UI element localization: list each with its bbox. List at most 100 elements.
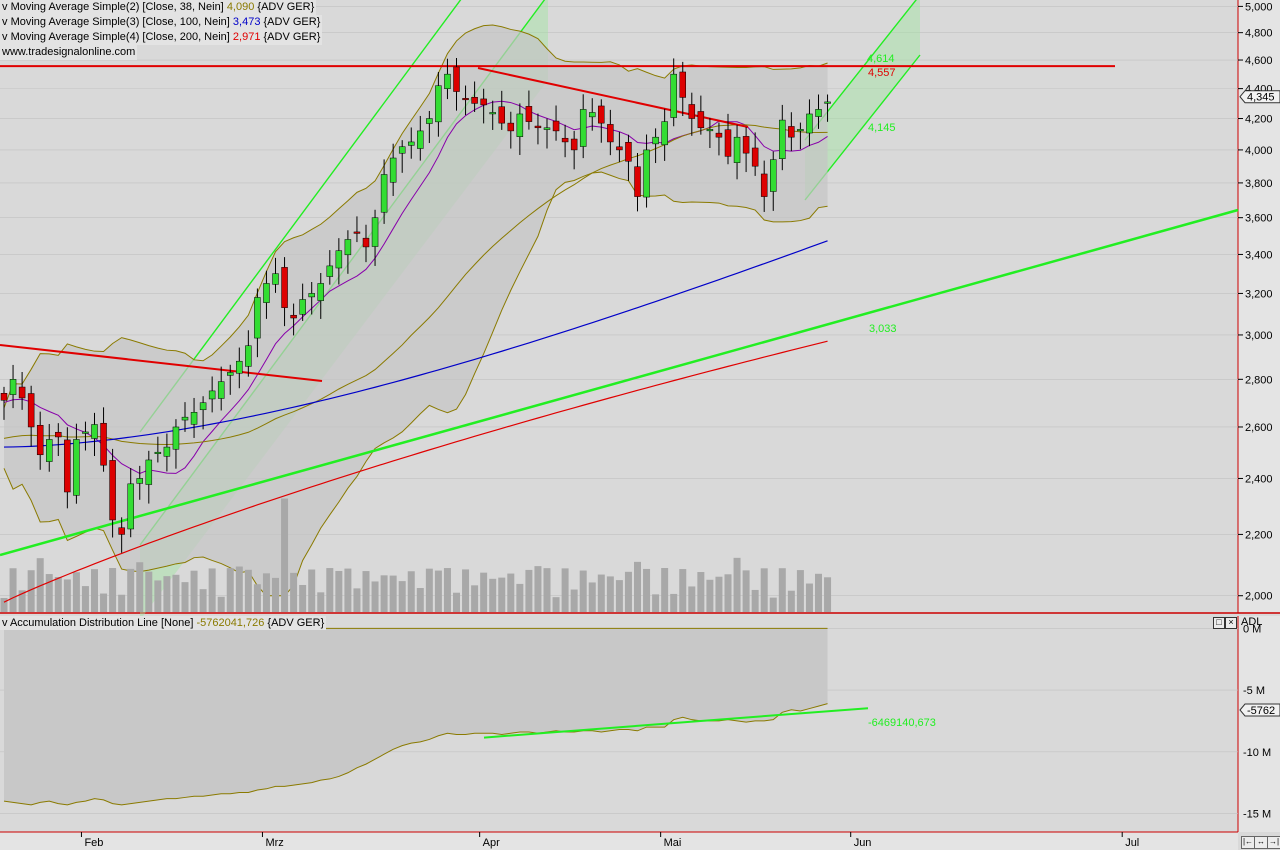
volume-bar bbox=[253, 584, 261, 612]
volume-bar bbox=[715, 576, 723, 612]
candle-body bbox=[706, 129, 714, 132]
candle-body bbox=[36, 425, 44, 456]
candle-body bbox=[733, 136, 741, 163]
volume-bar bbox=[760, 568, 768, 612]
close-icon[interactable]: × bbox=[1225, 617, 1237, 629]
legend-entry-ma100[interactable]: v Moving Average Simple(3) [Close, 100, … bbox=[0, 15, 323, 30]
candle-body bbox=[788, 126, 795, 138]
adl-axis-panel bbox=[1238, 616, 1280, 832]
volume-bar bbox=[299, 584, 307, 612]
candle-body bbox=[598, 105, 605, 124]
volume-bar bbox=[416, 588, 424, 612]
candle-body bbox=[64, 439, 71, 493]
candle-body bbox=[543, 127, 551, 130]
time-tick-label: Feb bbox=[84, 837, 103, 849]
legend-entry-ma200[interactable]: v Moving Average Simple(4) [Close, 200, … bbox=[0, 30, 323, 45]
candle-body bbox=[245, 345, 252, 367]
chart-canvas: 5,0004,8004,6004,4004,2004,0003,8003,600… bbox=[0, 0, 1280, 850]
label-support: 3,033 bbox=[869, 323, 897, 335]
candle-body bbox=[371, 217, 379, 247]
volume-bar bbox=[787, 590, 795, 612]
time-tick-label: Apr bbox=[483, 837, 500, 849]
candle-body bbox=[398, 146, 406, 154]
adl-tick-label: -10 M bbox=[1243, 747, 1271, 759]
candle-body bbox=[552, 120, 560, 132]
volume-bar bbox=[489, 578, 497, 612]
legend-prefix: v bbox=[2, 31, 11, 43]
label-adl-trend: -6469140,673 bbox=[868, 717, 936, 729]
volume-bar bbox=[643, 568, 651, 612]
volume-bar bbox=[742, 570, 750, 612]
volume-bar bbox=[543, 568, 551, 612]
candle-body bbox=[616, 146, 623, 151]
price-tick-label: 3,800 bbox=[1245, 178, 1273, 190]
scroll-left-icon[interactable]: |← bbox=[1241, 836, 1255, 849]
candle-body bbox=[607, 124, 614, 143]
volume-bar bbox=[561, 568, 569, 612]
price-tick-label: 2,600 bbox=[1245, 422, 1273, 434]
volume-bar bbox=[335, 570, 343, 612]
candle-body bbox=[561, 137, 569, 143]
candle-body bbox=[281, 267, 288, 308]
candle-body bbox=[0, 392, 8, 401]
candle-body bbox=[344, 239, 352, 256]
candle-body bbox=[697, 111, 705, 129]
legend-suffix: {ADV GER} bbox=[260, 16, 321, 28]
legend-text: Moving Average Simple(2) [Close, 38, Nei… bbox=[10, 1, 227, 13]
current-adl-label: -5762 bbox=[1247, 705, 1275, 717]
price-tick-label: 4,000 bbox=[1245, 145, 1273, 157]
volume-bar bbox=[281, 498, 289, 612]
volume-bar bbox=[109, 568, 117, 612]
candle-body bbox=[742, 136, 750, 154]
volume-bar bbox=[380, 575, 388, 612]
volume-bar bbox=[81, 586, 89, 612]
volume-bar bbox=[670, 593, 678, 612]
volume-bar bbox=[579, 570, 587, 612]
candle-body bbox=[199, 402, 207, 411]
candle-body bbox=[625, 142, 632, 162]
volume-bar bbox=[471, 585, 479, 612]
legend-prefix: v bbox=[2, 1, 11, 13]
price-tick-label: 2,200 bbox=[1245, 529, 1273, 541]
volume-bar bbox=[570, 589, 578, 612]
legend-text: Moving Average Simple(4) [Close, 200, Ne… bbox=[10, 31, 233, 43]
candle-body bbox=[9, 379, 17, 395]
candle-body bbox=[326, 265, 334, 277]
candle-body bbox=[471, 97, 478, 104]
candle-body bbox=[770, 159, 777, 192]
volume-bar bbox=[290, 572, 298, 612]
indicator-legend: v Moving Average Simple(2) [Close, 38, N… bbox=[0, 0, 323, 60]
candle-body bbox=[643, 149, 650, 198]
legend-value: 3,473 bbox=[232, 16, 261, 28]
scroll-right-icon[interactable]: →| bbox=[1267, 836, 1280, 849]
legend-value: 4,090 bbox=[226, 1, 255, 13]
candle-body bbox=[308, 293, 315, 298]
scroll-both-icon[interactable]: ↔ bbox=[1254, 836, 1268, 849]
adl-tick-label: -15 M bbox=[1243, 808, 1271, 820]
maximize-icon[interactable]: □ bbox=[1213, 617, 1225, 629]
price-tick-label: 4,200 bbox=[1245, 114, 1273, 126]
volume-bar bbox=[824, 577, 832, 612]
legend-suffix: {ADV GER} bbox=[260, 31, 321, 43]
volume-bar bbox=[534, 566, 542, 612]
candle-body bbox=[652, 136, 659, 145]
legend-row: v Moving Average Simple(4) [Close, 200, … bbox=[0, 30, 323, 45]
volume-bar bbox=[91, 569, 98, 612]
volume-bar bbox=[652, 594, 660, 612]
candle-body bbox=[263, 283, 270, 303]
volume-bar bbox=[634, 561, 641, 612]
candle-body bbox=[172, 426, 180, 450]
candle-body bbox=[317, 283, 324, 301]
candle-body bbox=[688, 104, 696, 119]
price-tick-label: 2,000 bbox=[1245, 591, 1273, 603]
volume-bar bbox=[217, 596, 225, 612]
adl-panel-title[interactable]: v Accumulation Distribution Line [None] … bbox=[0, 616, 327, 630]
legend-row: v Moving Average Simple(2) [Close, 38, N… bbox=[0, 0, 322, 15]
adl-title-text: Accumulation Distribution Line [None] bbox=[9, 617, 197, 629]
price-tick-label: 3,400 bbox=[1245, 249, 1273, 261]
candle-body bbox=[73, 439, 80, 496]
volume-bar bbox=[371, 581, 379, 612]
candle-body bbox=[362, 237, 370, 248]
legend-entry-ma38[interactable]: v Moving Average Simple(2) [Close, 38, N… bbox=[0, 0, 317, 15]
candle-body bbox=[408, 141, 415, 146]
